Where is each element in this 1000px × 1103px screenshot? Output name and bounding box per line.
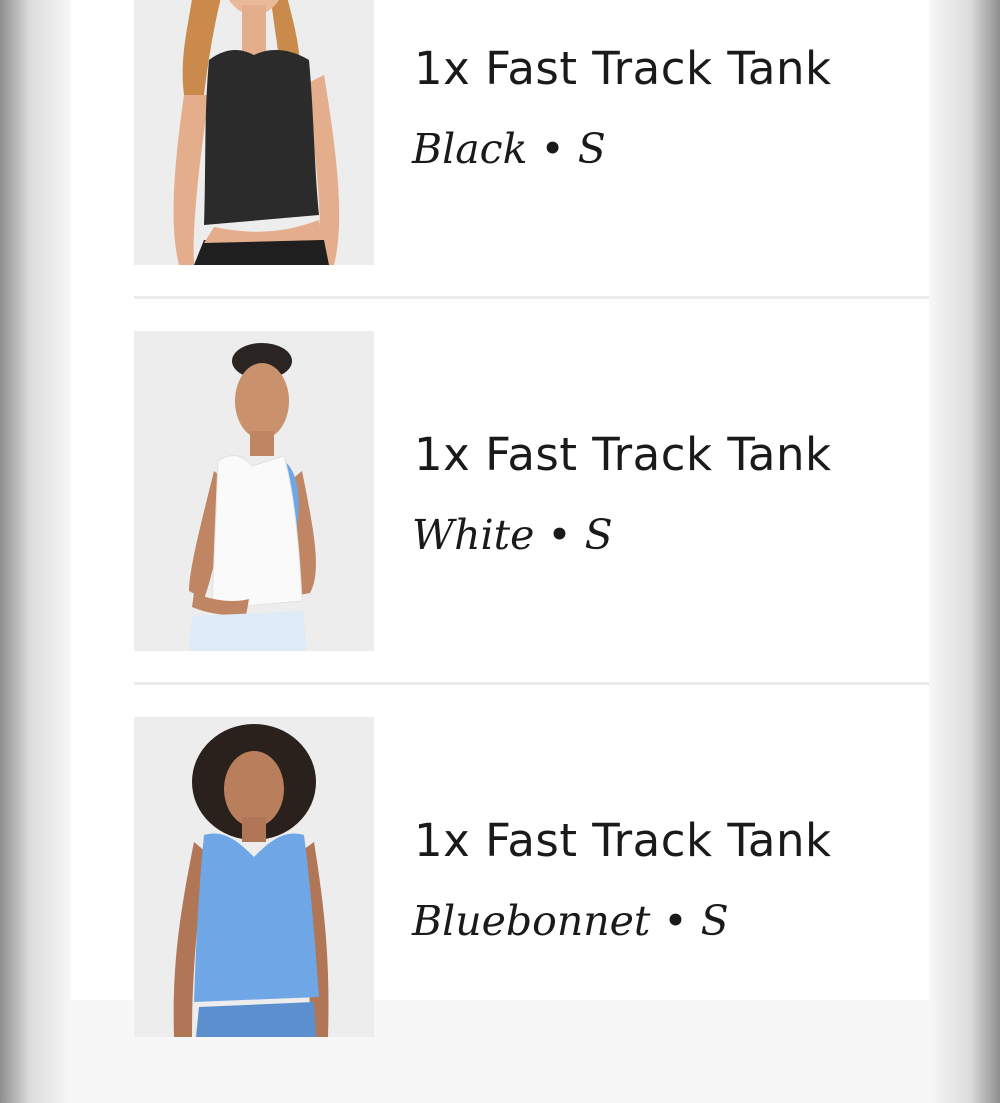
product-title[interactable]: 1x Fast Track Tank — [414, 814, 832, 867]
product-image[interactable] — [134, 717, 374, 1037]
product-image[interactable] — [134, 0, 374, 265]
cart-item: 1x Fast Track Tank Bluebonnet • S — [71, 717, 929, 1103]
product-title[interactable]: 1x Fast Track Tank — [414, 428, 832, 481]
cart-item: 1x Fast Track Tank Black • S — [71, 0, 929, 331]
product-title[interactable]: 1x Fast Track Tank — [414, 42, 832, 95]
model-bluebonnet-tank-illustration — [134, 717, 374, 1037]
model-white-tank-illustration — [134, 331, 374, 651]
item-divider — [134, 296, 929, 299]
cart-item: 1x Fast Track Tank White • S — [71, 331, 929, 717]
product-image[interactable] — [134, 331, 374, 651]
model-black-tank-illustration — [134, 0, 374, 265]
cart-item-list: 1x Fast Track Tank Black • S 1x Fast Tra… — [71, 0, 929, 1037]
product-variant: White • S — [412, 511, 613, 559]
item-divider — [134, 682, 929, 685]
product-variant: Bluebonnet • S — [412, 897, 729, 945]
product-variant: Black • S — [412, 125, 606, 173]
